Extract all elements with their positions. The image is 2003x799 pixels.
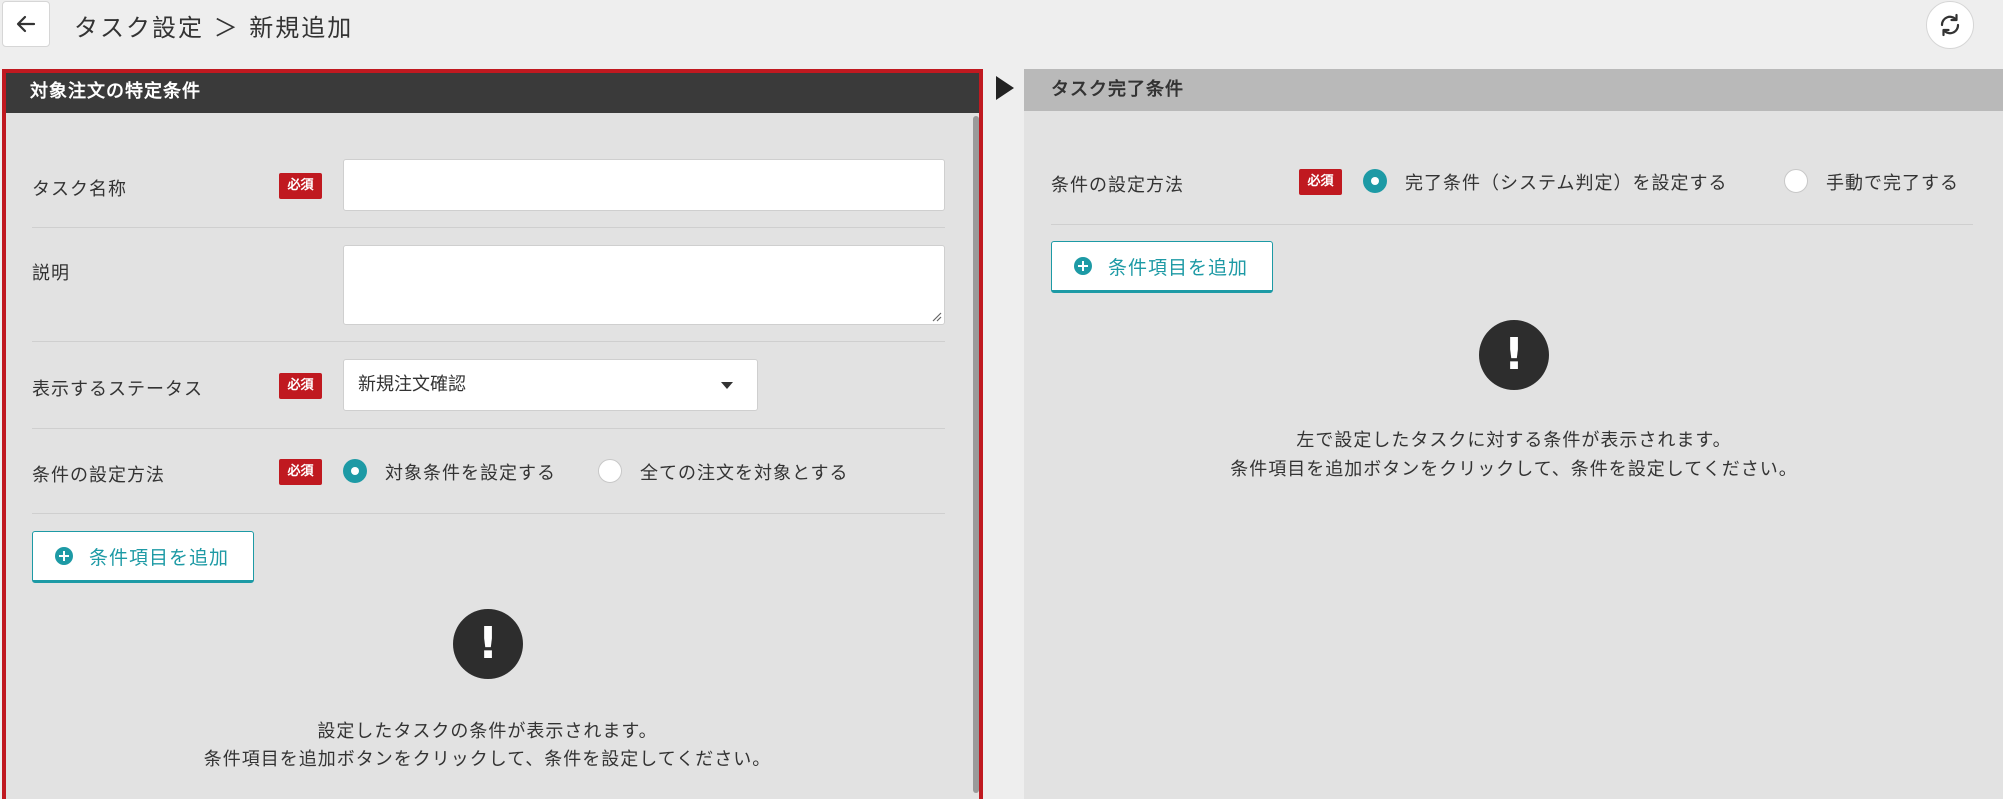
add-condition-button-label: 条件項目を追加: [1108, 256, 1249, 279]
info-message-line2: 条件項目を追加ボタンをクリックして、条件を設定してください。: [203, 749, 772, 770]
info-message-line1: 左で設定したタスクに対する条件が表示されます。: [1296, 430, 1732, 451]
plus-circle-icon: [55, 547, 73, 565]
exclamation-icon: !: [1479, 320, 1549, 390]
panel-title: 対象注文の特定条件: [6, 73, 979, 113]
target-order-conditions-panel: 対象注文の特定条件 タスク名称 必須 説明 表示するステータス 必須 新規注文確…: [2, 69, 983, 799]
radio-target-conditions[interactable]: [343, 459, 367, 483]
scrollbar[interactable]: [973, 116, 979, 793]
caret-down-icon: [721, 382, 733, 389]
divider: [32, 513, 945, 514]
arrow-left-icon: [16, 15, 36, 33]
radio-system-completion-label[interactable]: 完了条件（システム判定）を設定する: [1405, 169, 1727, 195]
resize-handle-icon[interactable]: [930, 310, 942, 322]
required-badge: 必須: [279, 173, 322, 199]
required-badge: 必須: [1299, 169, 1342, 195]
divider: [32, 227, 945, 228]
info-message-line2: 条件項目を追加ボタンをクリックして、条件を設定してください。: [1230, 459, 1798, 480]
task-name-input[interactable]: [343, 159, 945, 211]
divider: [1051, 224, 1973, 225]
task-name-label: タスク名称: [32, 179, 127, 200]
condition-method-label: 条件の設定方法: [32, 465, 165, 486]
refresh-button[interactable]: [1926, 1, 1974, 49]
panel-title: タスク完了条件: [1024, 69, 2003, 111]
divider: [32, 341, 945, 342]
refresh-icon: [1940, 13, 1960, 37]
back-button[interactable]: [2, 1, 50, 47]
page-title: タスク設定 ＞ 新規追加: [74, 14, 354, 42]
description-textarea[interactable]: [343, 245, 945, 325]
status-select-value: 新規注文確認: [358, 374, 466, 395]
required-badge: 必須: [279, 373, 322, 399]
plus-circle-icon: [1074, 257, 1092, 275]
status-label: 表示するステータス: [32, 379, 203, 400]
required-badge: 必須: [279, 459, 322, 485]
divider: [32, 428, 945, 429]
radio-manual-completion-label[interactable]: 手動で完了する: [1826, 169, 1959, 195]
radio-all-orders[interactable]: [598, 459, 622, 483]
triangle-right-icon: [996, 76, 1014, 100]
radio-target-conditions-label[interactable]: 対象条件を設定する: [385, 459, 556, 485]
info-message-line1: 設定したタスクの条件が表示されます。: [317, 721, 658, 742]
description-label: 説明: [32, 263, 70, 284]
radio-system-completion[interactable]: [1363, 169, 1387, 193]
condition-method-label: 条件の設定方法: [1051, 175, 1184, 196]
add-condition-button[interactable]: 条件項目を追加: [32, 531, 254, 583]
exclamation-icon: !: [453, 609, 523, 679]
add-condition-button-label: 条件項目を追加: [89, 546, 230, 569]
radio-all-orders-label[interactable]: 全ての注文を対象とする: [640, 459, 848, 485]
task-completion-conditions-panel: タスク完了条件 条件の設定方法 必須 完了条件（システム判定）を設定する 手動で…: [1024, 69, 2003, 799]
top-bar: タスク設定 ＞ 新規追加: [0, 0, 2003, 52]
add-condition-button[interactable]: 条件項目を追加: [1051, 241, 1273, 293]
radio-manual-completion[interactable]: [1784, 169, 1808, 193]
status-select[interactable]: 新規注文確認: [343, 359, 758, 411]
